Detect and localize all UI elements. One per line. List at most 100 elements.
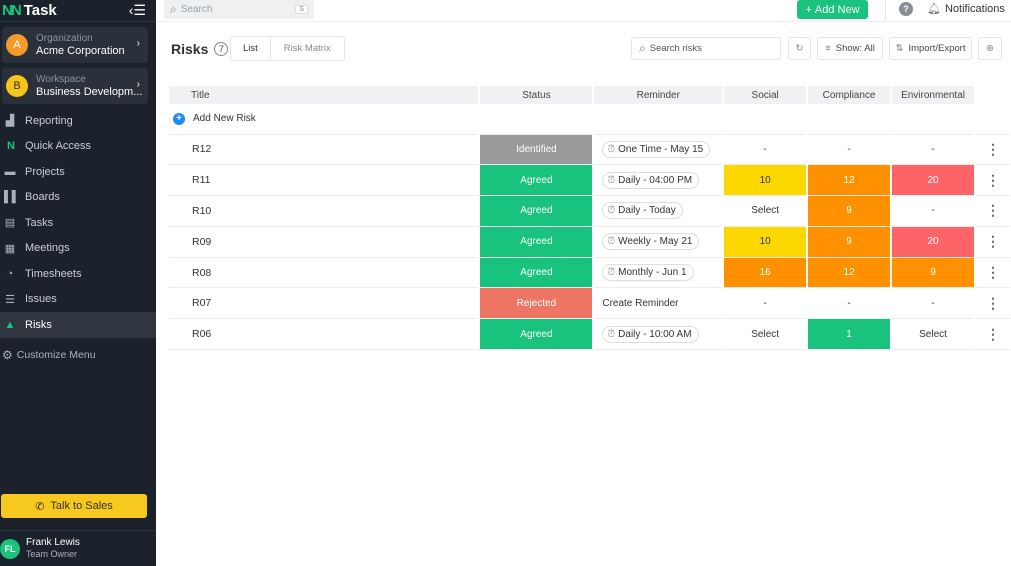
- status-badge[interactable]: Agreed: [479, 318, 595, 351]
- add-new-risk-button[interactable]: + Add New Risk: [169, 112, 1009, 125]
- column-header-environmental[interactable]: Environmental: [891, 86, 976, 104]
- reminder-chip[interactable]: ⏰︎ Daily - Today: [602, 202, 683, 220]
- column-header-reminder[interactable]: Reminder: [593, 86, 725, 104]
- reminder-chip[interactable]: ⏰︎ Daily - 04:00 PM: [602, 171, 700, 189]
- sidebar-item-tasks[interactable]: ▤ Tasks: [0, 210, 156, 236]
- show-filter-button[interactable]: ≡ Show: All: [817, 37, 883, 60]
- reminder-chip[interactable]: ⏰︎ Daily - 10:00 AM: [602, 325, 699, 343]
- workspace-switcher[interactable]: B Workspace Business Developm... ›: [2, 68, 148, 104]
- risk-title[interactable]: R07: [169, 287, 481, 320]
- reminder-cell[interactable]: ⏰︎ Daily - 04:00 PM: [593, 164, 725, 197]
- compliance-score-cell[interactable]: 12: [807, 164, 893, 197]
- table-row[interactable]: R10 Agreed ⏰︎ Daily - Today Select 9- ⋮: [169, 195, 1010, 227]
- risk-title[interactable]: R06: [169, 318, 481, 351]
- sidebar-item-issues[interactable]: ☰ Issues: [0, 287, 156, 313]
- global-search-input[interactable]: ⌕ Search S: [164, 0, 314, 19]
- user-profile[interactable]: FL Frank Lewis Team Owner: [0, 530, 156, 566]
- column-header-actions: [975, 86, 1010, 104]
- status-badge[interactable]: Agreed: [479, 164, 595, 197]
- row-more-icon[interactable]: ⋮: [975, 287, 1010, 320]
- table-row[interactable]: R11 Agreed ⏰︎ Daily - 04:00 PM 10 12 20 ⋮: [169, 164, 1010, 197]
- sidebar-item-timesheets[interactable]: ◔ Timesheets: [0, 261, 156, 287]
- customize-menu-button[interactable]: ⚙ Customize Menu: [0, 342, 156, 368]
- reminder-cell[interactable]: ⏰︎ One Time - May 15: [593, 134, 725, 166]
- import-export-button[interactable]: ⇅ Import/Export: [889, 37, 972, 60]
- environmental-score-cell[interactable]: 9: [891, 257, 976, 289]
- row-more-icon[interactable]: ⋮: [975, 164, 1010, 197]
- column-header-compliance[interactable]: Compliance: [807, 86, 893, 104]
- environmental-score-cell[interactable]: 20: [891, 226, 976, 258]
- social-score-cell[interactable]: 10: [723, 226, 809, 258]
- risk-title[interactable]: R10: [169, 195, 481, 227]
- reminder-cell[interactable]: ⏰︎ Weekly - May 21: [593, 226, 725, 258]
- social-score-cell[interactable]: Select: [723, 195, 809, 227]
- row-more-icon[interactable]: ⋮: [975, 257, 1010, 289]
- row-more-icon[interactable]: ⋮: [975, 134, 1010, 166]
- column-header-status[interactable]: Status: [479, 86, 595, 104]
- status-badge[interactable]: Agreed: [479, 195, 595, 227]
- reminder-cell[interactable]: ⏰︎ Daily - Today: [593, 195, 725, 227]
- table-row[interactable]: R09 Agreed ⏰︎ Weekly - May 21 10 9 20 ⋮: [169, 226, 1010, 258]
- compliance-score-cell[interactable]: 12: [807, 257, 893, 289]
- compliance-score-cell[interactable]: 1: [807, 318, 893, 351]
- app-logo[interactable]: NN Task: [2, 2, 57, 19]
- talk-to-sales-button[interactable]: ✆ Talk to Sales: [1, 494, 147, 518]
- tab-risk-matrix[interactable]: Risk Matrix: [271, 37, 344, 60]
- social-score-cell[interactable]: Select: [723, 318, 809, 351]
- reminder-cell[interactable]: ⏰︎ Monthly - Jun 1: [593, 257, 725, 289]
- sidebar-item-projects[interactable]: ▬ Projects: [0, 159, 156, 185]
- user-name: Frank Lewis: [26, 537, 80, 548]
- sidebar-item-quick-access[interactable]: N Quick Access: [0, 134, 156, 160]
- environmental-score-cell[interactable]: -: [891, 287, 976, 320]
- risk-title[interactable]: R08: [169, 257, 481, 289]
- status-badge[interactable]: Rejected: [479, 287, 595, 320]
- collapse-sidebar-icon[interactable]: ‹☰: [129, 2, 146, 19]
- sidebar-item-risks[interactable]: ▲ Risks: [0, 312, 156, 338]
- reminder-chip[interactable]: ⏰︎ Weekly - May 21: [602, 233, 700, 251]
- risk-title[interactable]: R09: [169, 226, 481, 258]
- row-more-icon[interactable]: ⋮: [975, 318, 1010, 351]
- create-reminder-link[interactable]: Create Reminder: [593, 287, 725, 320]
- compliance-score-cell[interactable]: 9: [807, 195, 893, 227]
- sidebar-item-reporting[interactable]: ▟ Reporting: [0, 108, 156, 134]
- top-bar: ⌕ Search S + Add New ? 🔔︎ Notifications: [156, 0, 1011, 22]
- sidebar-item-meetings[interactable]: ▦ Meetings: [0, 236, 156, 262]
- reminder-cell[interactable]: ⏰︎ Daily - 10:00 AM: [593, 318, 725, 351]
- notifications-button[interactable]: 🔔︎ Notifications: [927, 2, 1005, 16]
- add-column-button[interactable]: ⊕: [978, 37, 1002, 60]
- environmental-score-cell[interactable]: -: [891, 134, 976, 166]
- column-header-social[interactable]: Social: [723, 86, 809, 104]
- compliance-score-cell[interactable]: -: [807, 287, 893, 320]
- search-risks-input[interactable]: ⌕ Search risks: [631, 37, 781, 60]
- refresh-button[interactable]: ↻: [788, 37, 811, 60]
- table-row[interactable]: R07 Rejected Create Reminder - - - ⋮: [169, 287, 1010, 320]
- status-badge[interactable]: Agreed: [479, 257, 595, 289]
- compliance-score-cell[interactable]: -: [807, 134, 893, 166]
- table-row[interactable]: R12 Identified ⏰︎ One Time - May 15- - - ⋮: [169, 134, 1010, 166]
- social-score-cell[interactable]: -: [723, 287, 809, 320]
- risk-title[interactable]: R12: [169, 134, 481, 166]
- risk-title[interactable]: R11: [169, 164, 481, 197]
- row-more-icon[interactable]: ⋮: [975, 195, 1010, 227]
- compliance-score-cell[interactable]: 9: [807, 226, 893, 258]
- environmental-score-cell[interactable]: 20: [891, 164, 976, 197]
- organization-switcher[interactable]: A Organization Acme Corporation ›: [2, 27, 148, 63]
- reminder-chip[interactable]: ⏰︎ One Time - May 15: [602, 140, 711, 158]
- row-more-icon[interactable]: ⋮: [975, 226, 1010, 258]
- environmental-score-cell[interactable]: Select: [891, 318, 976, 351]
- reminder-chip[interactable]: ⏰︎ Monthly - Jun 1: [602, 264, 694, 282]
- table-row[interactable]: R08 Agreed ⏰︎ Monthly - Jun 1 16 12 9 ⋮: [169, 257, 1010, 289]
- environmental-score-cell[interactable]: -: [891, 195, 976, 227]
- social-score-cell[interactable]: 16: [723, 257, 809, 289]
- help-icon[interactable]: ?: [899, 2, 913, 16]
- social-score-cell[interactable]: -: [723, 134, 809, 166]
- table-row[interactable]: R06 Agreed ⏰︎ Daily - 10:00 AM Select 1 Select…: [169, 318, 1010, 351]
- add-new-button[interactable]: + Add New: [797, 0, 868, 19]
- sidebar-item-boards[interactable]: ▌▌ Boards: [0, 185, 156, 211]
- column-header-title[interactable]: Title: [169, 86, 481, 104]
- status-badge[interactable]: Identified: [479, 134, 595, 166]
- social-score-cell[interactable]: 10: [723, 164, 809, 197]
- reminder-text: Daily - 04:00 PM: [618, 174, 693, 186]
- tab-list[interactable]: List: [231, 37, 271, 60]
- status-badge[interactable]: Agreed: [479, 226, 595, 258]
